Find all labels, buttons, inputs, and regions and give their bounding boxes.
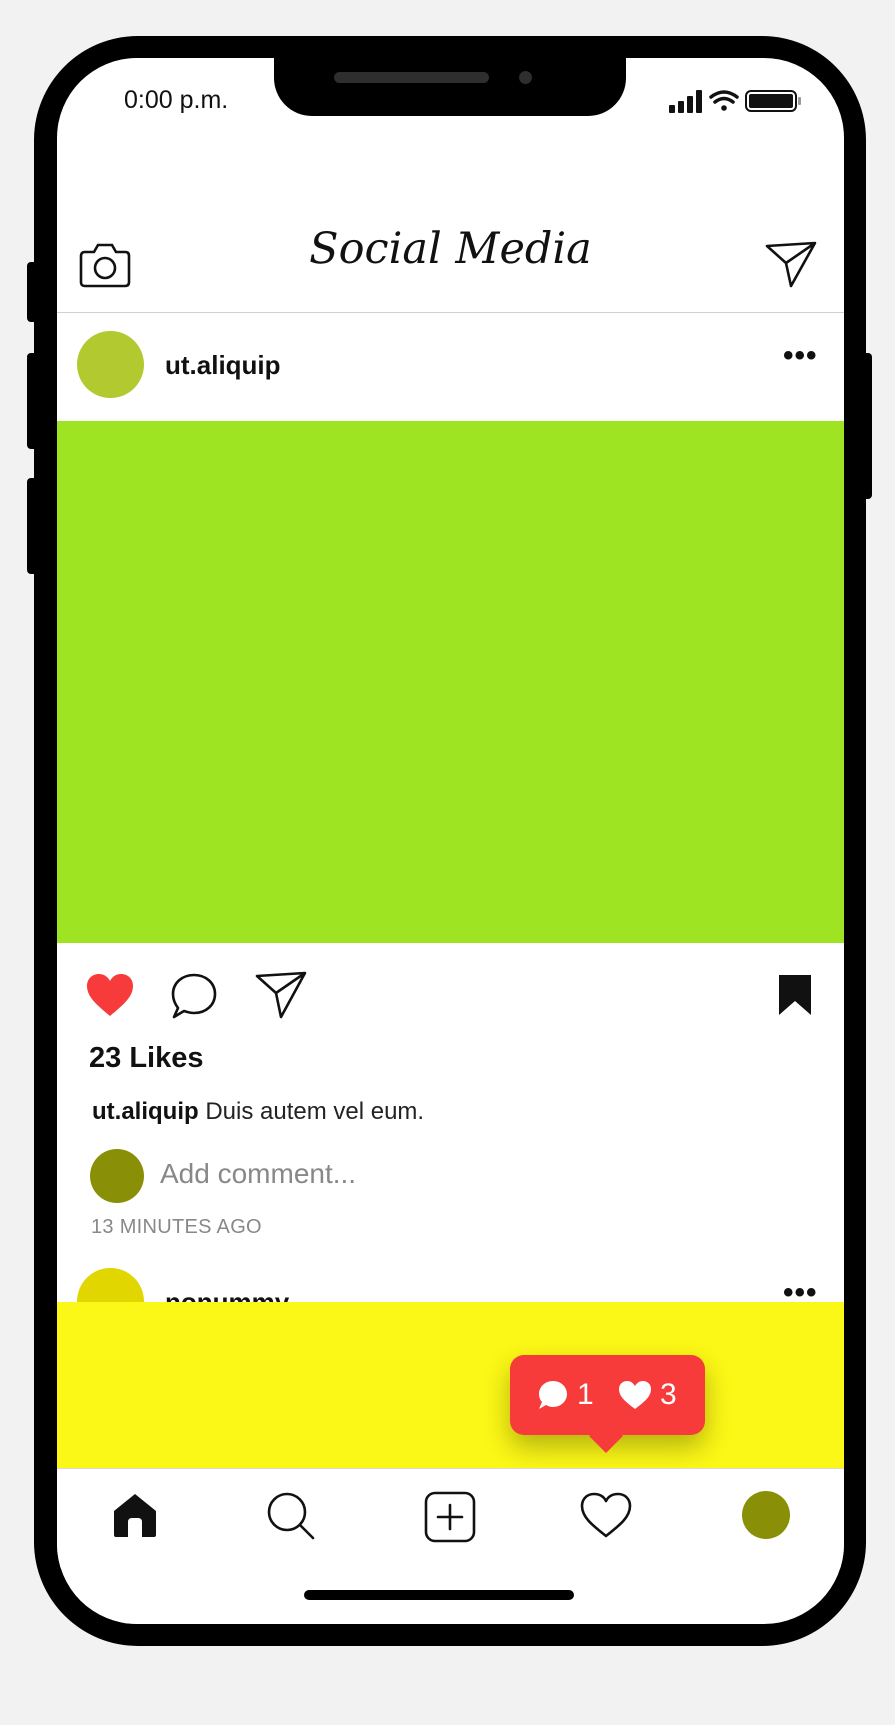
comment-icon[interactable] xyxy=(170,972,218,1020)
front-camera xyxy=(519,71,532,84)
profile-avatar[interactable] xyxy=(742,1491,790,1539)
signal-icon xyxy=(669,90,702,113)
app-header: Social Media xyxy=(57,168,844,313)
status-icons xyxy=(669,90,801,113)
post-photo[interactable] xyxy=(57,1302,844,1468)
more-options-icon[interactable]: ••• xyxy=(783,339,818,373)
post-username[interactable]: ut.aliquip xyxy=(165,350,281,381)
comment-icon xyxy=(539,1381,567,1409)
like-heart-icon[interactable] xyxy=(85,972,135,1018)
home-indicator[interactable] xyxy=(304,1590,574,1600)
speaker xyxy=(334,72,489,83)
search-icon[interactable] xyxy=(266,1491,316,1541)
battery-icon xyxy=(745,90,801,112)
notification-comments: 1 xyxy=(537,1375,594,1415)
avatar[interactable] xyxy=(77,331,144,398)
add-icon[interactable] xyxy=(424,1491,476,1543)
notification-likes: 3 xyxy=(618,1375,677,1415)
side-button-volume-down xyxy=(27,478,41,574)
comment-count: 1 xyxy=(577,1378,594,1411)
heart-icon[interactable] xyxy=(580,1491,632,1539)
post-time-ago: 13 MINUTES AGO xyxy=(91,1216,262,1238)
post-header: ut.aliquip ••• xyxy=(57,313,844,413)
like-count: 3 xyxy=(660,1378,677,1411)
post-caption: ut.aliquip Duis autem vel eum. xyxy=(92,1098,424,1126)
send-icon[interactable] xyxy=(765,240,817,288)
app-title: Social Media xyxy=(309,224,592,274)
likes-count[interactable]: 23 Likes xyxy=(89,1042,203,1075)
caption-text: Duis autem vel eum. xyxy=(205,1098,425,1125)
comment-avatar xyxy=(90,1149,144,1203)
side-button-volume-up xyxy=(27,353,41,449)
home-icon[interactable] xyxy=(111,1491,159,1539)
heart-icon xyxy=(619,1381,651,1409)
post-actions xyxy=(57,970,844,1030)
wifi-icon xyxy=(709,90,739,111)
tab-bar xyxy=(57,1468,844,1569)
comment-row: Add comment... xyxy=(57,1146,844,1206)
side-button-power xyxy=(858,353,872,499)
notch xyxy=(274,58,626,116)
share-icon[interactable] xyxy=(255,970,307,1020)
bookmark-icon[interactable] xyxy=(777,973,813,1017)
caption-username[interactable]: ut.aliquip xyxy=(92,1098,199,1125)
post-photo[interactable] xyxy=(57,421,844,943)
activity-notification[interactable]: 1 3 xyxy=(510,1355,705,1453)
status-time: 0:00 p.m. xyxy=(124,86,229,114)
side-button-mute xyxy=(27,262,41,322)
screen: 0:00 p.m. Social Media ut.aliquip ••• 23… xyxy=(57,58,844,1624)
comment-input[interactable]: Add comment... xyxy=(160,1158,356,1190)
